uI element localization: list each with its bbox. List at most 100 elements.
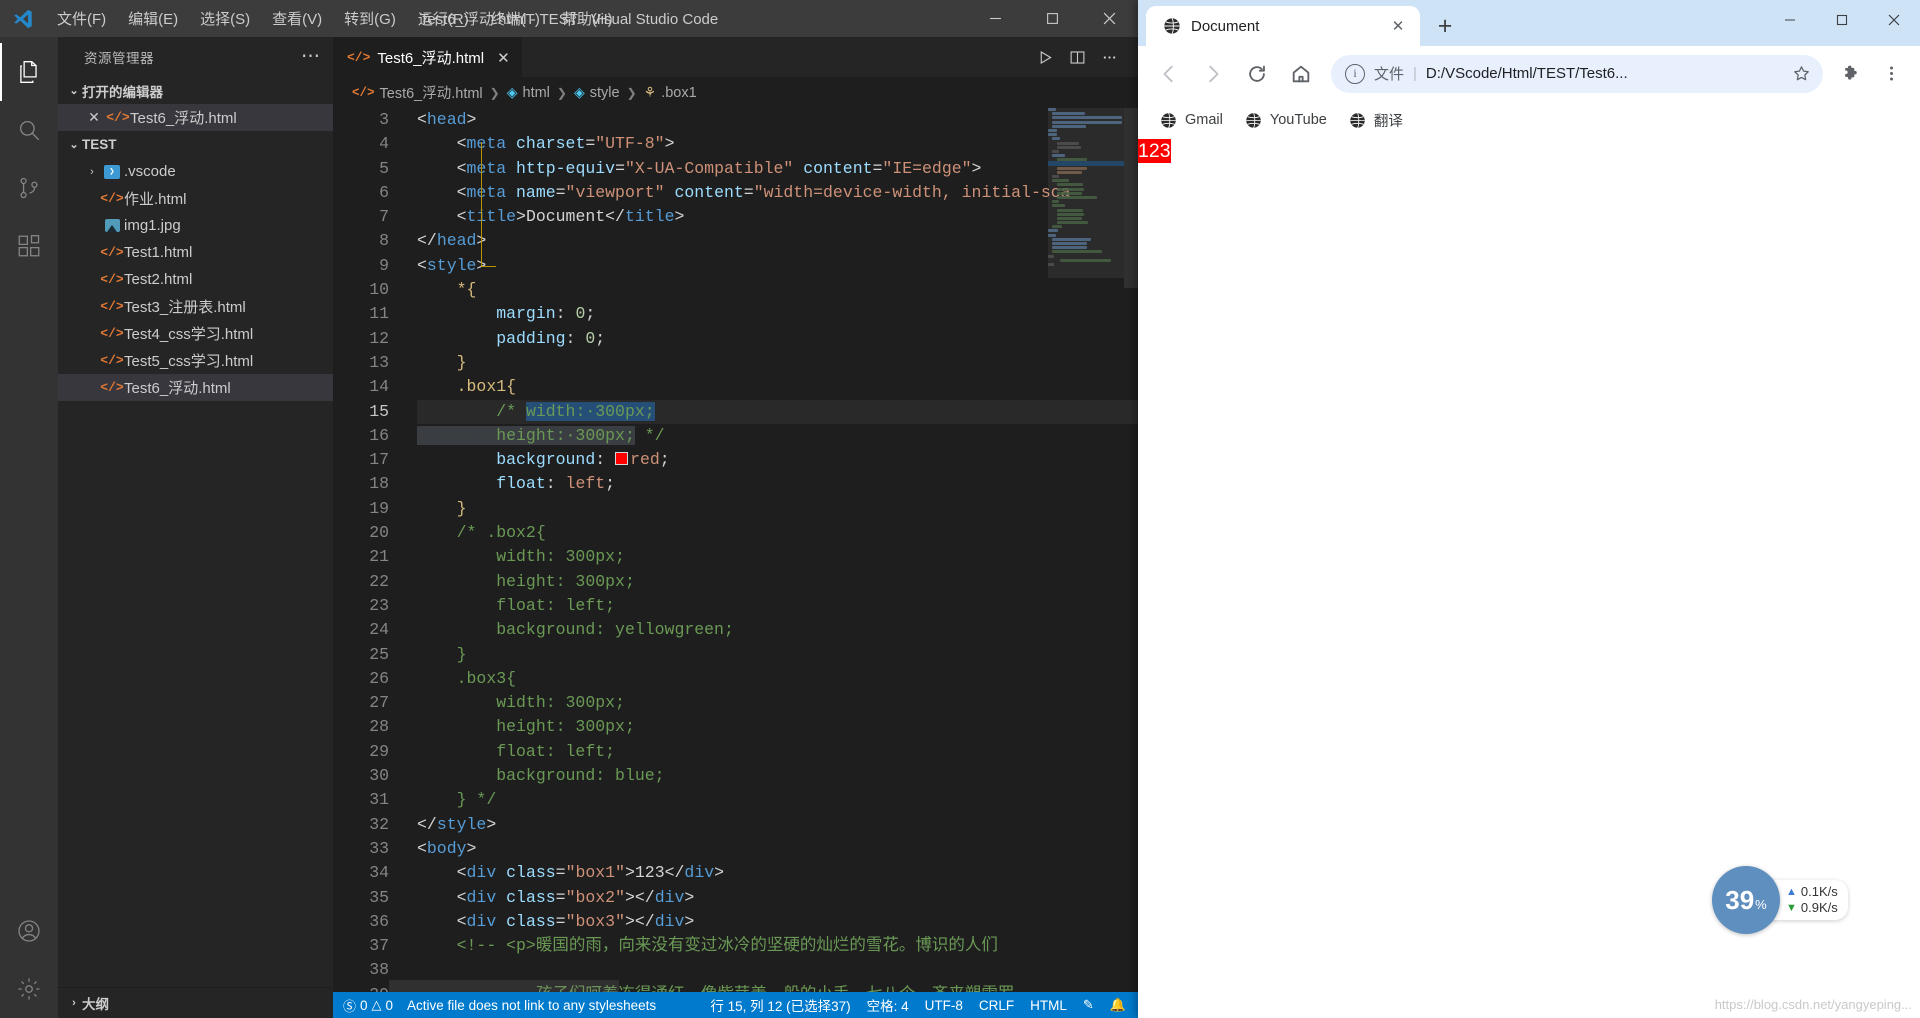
tree-item-test5[interactable]: </> Test5_css学习.html	[58, 347, 333, 374]
minimap-slider[interactable]	[1048, 108, 1124, 278]
code-text[interactable]: <head> <meta charset="UTF-8"> <meta http…	[411, 108, 1138, 992]
tree-item-test3[interactable]: </> Test3_注册表.html	[58, 293, 333, 320]
code-line[interactable]: float: left;	[417, 472, 1138, 496]
status-indentation[interactable]: 空格: 4	[867, 995, 909, 1015]
menu-file[interactable]: 文件(F)	[46, 4, 117, 33]
folder-section[interactable]: ⌄ TEST	[58, 131, 333, 158]
tree-item-test1[interactable]: </> Test1.html	[58, 239, 333, 266]
explorer-more-icon[interactable]: ⋯	[301, 47, 321, 66]
address-bar[interactable]: i 文件 | D:/VScode/Html/TEST/Test6...	[1331, 54, 1823, 93]
code-editor[interactable]: 3 4 5 6 7 8 9 10 11 12 13 14 15 16 17 18 19 20 21 22 23 24 25 2…	[333, 108, 1138, 992]
menu-edit[interactable]: 编辑(E)	[117, 4, 189, 33]
code-line[interactable]: </head>	[417, 229, 1138, 253]
browser-tab-document[interactable]: Document ✕	[1146, 6, 1420, 46]
cpu-percent-badge[interactable]: 39 %	[1712, 866, 1780, 934]
breadcrumb-box1[interactable]: ⚘ .box1	[644, 84, 697, 101]
tree-item-vscode[interactable]: › ❯ .vscode	[58, 158, 333, 185]
code-line[interactable]: } */	[417, 788, 1138, 812]
bookmark-gmail[interactable]: Gmail	[1152, 107, 1231, 134]
status-cursor-position[interactable]: 行 15, 列 12 (已选择37)	[710, 995, 850, 1015]
reload-icon[interactable]	[1237, 54, 1277, 94]
code-line[interactable]: width: 300px;	[417, 545, 1138, 569]
outline-section[interactable]: › 大纲	[58, 987, 333, 1018]
maximize-icon[interactable]	[1816, 0, 1868, 40]
tree-item-test2[interactable]: </> Test2.html	[58, 266, 333, 293]
code-line[interactable]: <!-- <p>暖国的雨，向来没有变过冰冷的坚硬的灿烂的雪花。博识的人们	[417, 934, 1138, 958]
status-problems[interactable]: Ⓢ 0 △ 0	[343, 996, 393, 1015]
menu-selection[interactable]: 选择(S)	[189, 4, 261, 33]
menu-run[interactable]: 运行(R)	[407, 4, 480, 33]
code-line[interactable]: <meta name="viewport" content="width=dev…	[417, 181, 1138, 205]
close-tab-icon[interactable]: ✕	[1386, 14, 1410, 38]
network-speed-widget[interactable]: 39 % ▲ 0.1K/s ▼ 0.9K/s	[1712, 866, 1848, 934]
info-icon[interactable]: i	[1345, 63, 1365, 84]
code-line[interactable]: <div class="box3"></div>	[417, 910, 1138, 934]
activity-accounts[interactable]	[0, 902, 58, 960]
new-tab-button[interactable]: +	[1428, 9, 1462, 43]
status-language-mode[interactable]: HTML	[1030, 998, 1067, 1013]
code-line[interactable]: float: left;	[417, 740, 1138, 764]
extensions-puzzle-icon[interactable]	[1833, 56, 1869, 92]
code-line[interactable]: <div class="box1">123</div>	[417, 861, 1138, 885]
code-line[interactable]: }	[417, 351, 1138, 375]
code-line[interactable]: <body>	[417, 837, 1138, 861]
close-icon[interactable]	[1868, 0, 1920, 40]
back-icon[interactable]	[1149, 54, 1189, 94]
code-line[interactable]: <meta http-equiv="X-UA-Compatible" conte…	[417, 157, 1138, 181]
split-editor-icon[interactable]	[1062, 42, 1092, 72]
code-line[interactable]: <meta charset="UTF-8">	[417, 132, 1138, 156]
tree-item-img1[interactable]: img1.jpg	[58, 212, 333, 239]
bookmark-youtube[interactable]: YouTube	[1237, 107, 1335, 134]
feedback-icon[interactable]: ✎	[1083, 997, 1094, 1013]
more-actions-icon[interactable]	[1094, 42, 1124, 72]
activity-source-control[interactable]	[0, 159, 58, 217]
code-line[interactable]: <div class="box2"></div>	[417, 886, 1138, 910]
code-line[interactable]: *{	[417, 278, 1138, 302]
code-line[interactable]: /* width:·300px;	[417, 399, 1138, 424]
tree-item-zuoye[interactable]: </> 作业.html	[58, 185, 333, 212]
code-line[interactable]: /* .box2{	[417, 521, 1138, 545]
url-text[interactable]: D:/VScode/Html/TEST/Test6...	[1426, 65, 1778, 82]
run-icon[interactable]	[1030, 42, 1060, 72]
minimize-icon[interactable]	[967, 0, 1024, 37]
minimap[interactable]	[1048, 108, 1124, 992]
tree-item-test6[interactable]: </> Test6_浮动.html	[58, 374, 333, 401]
editor-horizontal-scrollbar[interactable]	[389, 980, 619, 992]
code-line[interactable]: height: 300px;	[417, 715, 1138, 739]
code-line[interactable]: padding: 0;	[417, 327, 1138, 351]
forward-icon[interactable]	[1193, 54, 1233, 94]
code-surface[interactable]: 3 4 5 6 7 8 9 10 11 12 13 14 15 16 17 18 19 20 21 22 23 24 25 2…	[333, 108, 1138, 992]
breadcrumb-file[interactable]: </> Test6_浮动.html	[352, 82, 483, 103]
status-eol[interactable]: CRLF	[979, 998, 1014, 1013]
code-line[interactable]: background: red;	[417, 448, 1138, 472]
menu-view[interactable]: 查看(V)	[261, 4, 333, 33]
code-line[interactable]: width: 300px;	[417, 691, 1138, 715]
code-line[interactable]: .box3{	[417, 667, 1138, 691]
activity-search[interactable]	[0, 101, 58, 159]
activity-explorer[interactable]	[0, 43, 58, 101]
close-tab-icon[interactable]: ✕	[497, 49, 510, 67]
code-line[interactable]: }	[417, 643, 1138, 667]
code-line[interactable]: .box1{	[417, 375, 1138, 399]
bookmark-translate[interactable]: 翻译	[1341, 105, 1411, 136]
editor-vertical-scrollbar[interactable]	[1124, 108, 1138, 992]
breadcrumb-style[interactable]: ◈ style	[574, 84, 620, 101]
menu-go[interactable]: 转到(G)	[333, 4, 407, 33]
code-line[interactable]: }	[417, 497, 1138, 521]
editor-tab-test6[interactable]: </> Test6_浮动.html ✕	[333, 37, 522, 77]
code-line[interactable]: float: left;	[417, 594, 1138, 618]
tree-item-test4[interactable]: </> Test4_css学习.html	[58, 320, 333, 347]
bell-icon[interactable]: 🔔	[1110, 997, 1126, 1013]
vscode-menubar[interactable]: 文件(F) 编辑(E) 选择(S) 查看(V) 转到(G) 运行(R) 终端(T…	[46, 4, 624, 33]
code-line[interactable]: <head>	[417, 108, 1138, 132]
chrome-menu-icon[interactable]	[1873, 56, 1909, 92]
close-editor-icon[interactable]: ✕	[82, 109, 106, 126]
menu-terminal[interactable]: 终端(T)	[480, 4, 551, 33]
code-line[interactable]: margin: 0;	[417, 302, 1138, 326]
bookmark-star-icon[interactable]	[1787, 60, 1815, 88]
code-line[interactable]: ········height:·300px; */	[417, 424, 1138, 448]
breadcrumb-html[interactable]: ◈ html	[507, 84, 550, 101]
code-line[interactable]: background: yellowgreen;	[417, 618, 1138, 642]
code-line[interactable]: <style>	[417, 254, 1138, 278]
close-icon[interactable]	[1081, 0, 1138, 37]
